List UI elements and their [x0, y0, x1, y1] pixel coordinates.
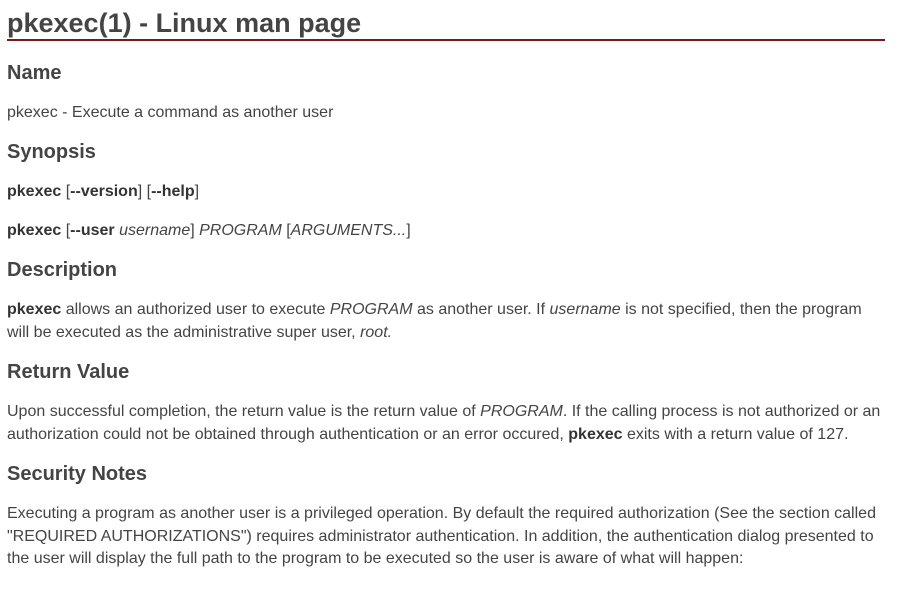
security-notes-text: Executing a program as another user is a… — [7, 505, 876, 567]
page-title: pkexec(1) - Linux man page — [7, 8, 362, 38]
command-name: pkexec — [7, 301, 62, 318]
arg-username: username — [119, 222, 191, 239]
root-user: root. — [360, 323, 393, 341]
return-value-text: Upon successful completion, the return v… — [7, 403, 881, 443]
name-text: pkexec - Execute a command as another us… — [7, 104, 334, 121]
option-version: --version — [70, 183, 138, 200]
command-name: pkexec — [7, 222, 62, 239]
section-heading-description: Description — [7, 259, 118, 281]
synopsis-line-1: pkexec [--version] [--help] — [7, 183, 200, 200]
option-help: --help — [151, 183, 195, 200]
arg-program: PROGRAM — [480, 403, 563, 420]
command-name: pkexec — [568, 425, 623, 443]
arg-username: username — [549, 301, 621, 318]
arg-program: PROGRAM — [199, 222, 282, 239]
arg-program: PROGRAM — [329, 301, 413, 318]
synopsis-line-2: pkexec [--user username] PROGRAM [ARGUME… — [7, 222, 411, 239]
option-user: --user — [70, 222, 115, 239]
command-name: pkexec — [7, 183, 62, 200]
section-heading-return-value: Return Value — [7, 361, 130, 383]
description-text: pkexec allows an authorized user to exec… — [7, 301, 862, 341]
title-divider — [7, 39, 885, 41]
section-heading-synopsis: Synopsis — [7, 141, 96, 163]
section-heading-security-notes: Security Notes — [7, 463, 148, 485]
section-heading-name: Name — [7, 62, 62, 84]
arg-arguments: ARGUMENTS... — [290, 222, 407, 239]
